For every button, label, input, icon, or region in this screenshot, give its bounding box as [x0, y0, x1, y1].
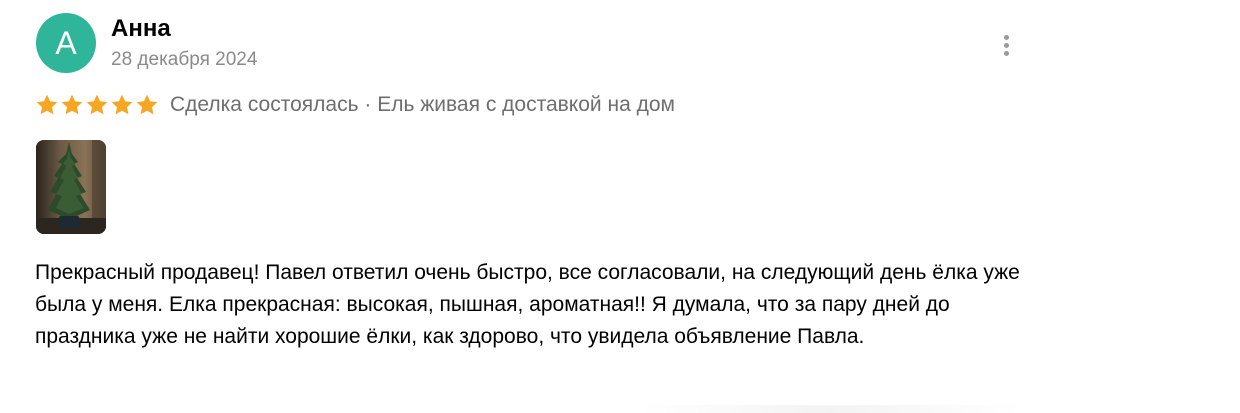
more-options-button[interactable]	[994, 30, 1018, 60]
avatar-letter: А	[55, 25, 77, 61]
star-icon	[136, 94, 158, 115]
avatar[interactable]: А	[36, 13, 96, 73]
rating-stars	[35, 93, 159, 117]
review-photo-thumbnail[interactable]	[36, 140, 106, 234]
deal-status-and-item: Сделка состоялась · Ель живая с доставко…	[170, 93, 675, 116]
more-vertical-icon-dot	[1003, 42, 1009, 48]
review-meta-row: Сделка состоялась · Ель живая с доставко…	[35, 91, 675, 119]
bottom-divider	[640, 405, 1020, 413]
review-date: 28 декабря 2024	[111, 49, 258, 70]
christmas-tree-photo	[36, 140, 106, 234]
star-icon	[111, 94, 133, 115]
star-icon	[36, 94, 58, 115]
more-vertical-icon	[1003, 34, 1009, 40]
review-text: Прекрасный продавец! Павел ответил очень…	[35, 261, 1020, 348]
author-name[interactable]: Анна	[111, 14, 171, 44]
star-icon	[61, 94, 83, 115]
more-vertical-icon-dot	[1003, 50, 1009, 56]
review-card: А Анна 28 декабря 2024 Сделка состоялась…	[0, 0, 1240, 413]
star-icon	[86, 94, 108, 115]
